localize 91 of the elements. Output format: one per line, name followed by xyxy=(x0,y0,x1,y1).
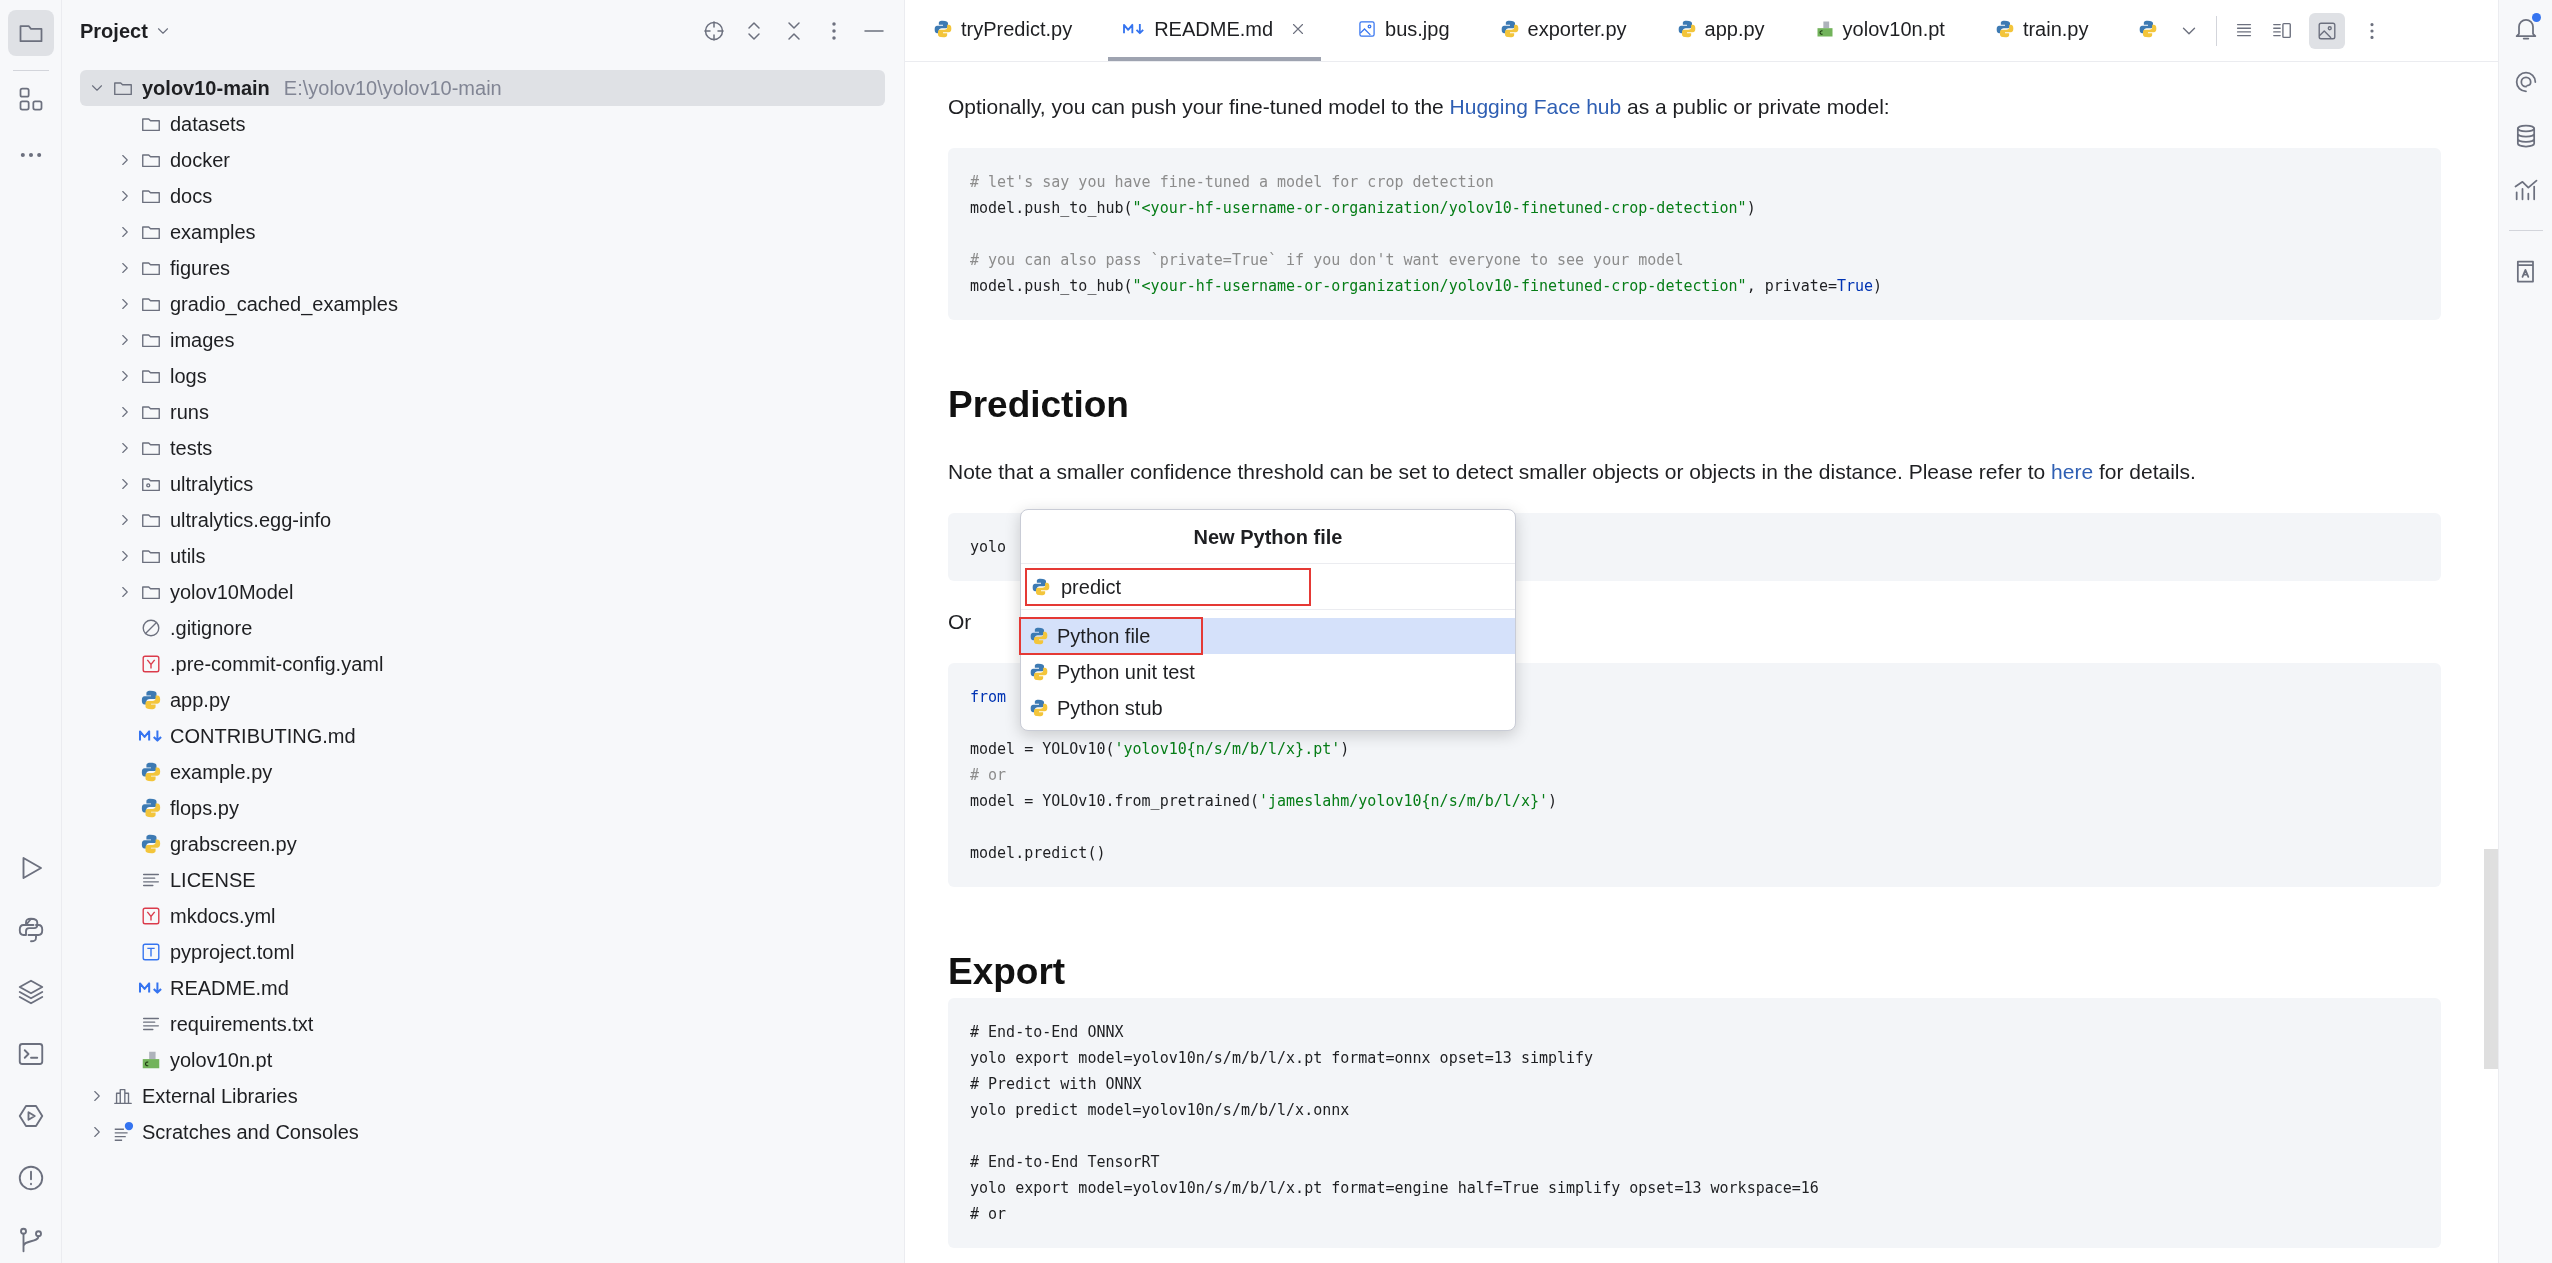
python-icon xyxy=(1994,18,2015,39)
file-type-option[interactable]: Python stub xyxy=(1021,690,1515,726)
code-line: # or xyxy=(970,1204,1007,1225)
code-line: yolo export model=yolov10n/s/m/b/l/x.pt format=onnx opset=13 simplify xyxy=(970,1048,1594,1069)
code-line: model.push_to_hub("<your-hf-username-or-organization/yolov10-finetuned-crop-detection") xyxy=(970,198,1756,219)
toml-icon xyxy=(140,941,162,963)
code-line: model = YOLOv10('yolov10{n/s/m/b/l/x}.pt') xyxy=(970,739,1350,760)
editor-tab[interactable]: bus.jpg xyxy=(1343,0,1464,61)
paragraph: Optionally, you can push your fine-tuned model to the Hugging Face hub as a public or private model: xyxy=(948,94,1890,120)
section-heading: Prediction xyxy=(948,383,1129,427)
tree-item[interactable]: yolov10n.pt xyxy=(80,1042,885,1078)
code-line: model.push_to_hub("<your-hf-username-or-organization/yolov10-finetuned-crop-detection", private=True) xyxy=(970,276,1883,297)
code-line: # Predict with ONNX xyxy=(970,1074,1142,1095)
python-icon xyxy=(140,797,162,819)
tree-item[interactable]: ultralytics xyxy=(80,466,885,502)
tree-item[interactable]: runs xyxy=(80,394,885,430)
paragraph: Or xyxy=(948,609,972,635)
tree-item[interactable]: LICENSE xyxy=(80,862,885,898)
python-icon xyxy=(1499,18,1520,39)
code-line: # you can also pass `private=True` if you don't want everyone to see your model xyxy=(970,250,1684,271)
tree-item[interactable]: External Libraries xyxy=(80,1078,885,1114)
tree-item[interactable]: .gitignore xyxy=(80,610,885,646)
tree-item[interactable]: yolov10-main E:\yolov10\yolov10-main xyxy=(80,70,885,106)
tree-item[interactable]: CONTRIBUTING.md xyxy=(80,718,885,754)
file-type-option[interactable]: Python file xyxy=(1021,618,1515,654)
tree-item[interactable]: tests xyxy=(80,430,885,466)
scrollbar-thumb[interactable] xyxy=(2484,849,2498,1069)
tree-item[interactable]: requirements.txt xyxy=(80,1006,885,1042)
python-icon xyxy=(1029,626,1049,646)
project-tool-button[interactable] xyxy=(7,10,54,56)
tree-item[interactable]: example.py xyxy=(80,754,885,790)
scratches-icon xyxy=(112,1121,134,1143)
python-icon xyxy=(2138,18,2159,39)
python-icon xyxy=(1031,576,1051,597)
python-icon xyxy=(1029,698,1049,718)
tree-item[interactable]: figures xyxy=(80,250,885,286)
tree-item[interactable]: logs xyxy=(80,358,885,394)
paragraph: Note that a smaller confidence threshold can be set to detect smaller objects or objects in the distance. Please refer to here for details. xyxy=(948,459,2196,485)
preview-toggle[interactable] xyxy=(2309,12,2346,49)
tree-item[interactable]: .pre-commit-config.yaml xyxy=(80,646,885,682)
model-file-icon xyxy=(140,1049,162,1071)
code-line: # End-to-End TensorRT xyxy=(970,1152,1160,1173)
editor-tab[interactable]: train.py xyxy=(1980,0,2103,61)
tree-item[interactable]: datasets xyxy=(80,106,885,142)
code-line: yolo predict model=yolov10n/s/m/b/l/x.onnx xyxy=(970,1100,1350,1121)
tree-item[interactable]: images xyxy=(80,322,885,358)
file-type-option[interactable]: Python unit test xyxy=(1021,654,1515,690)
code-line: # End-to-End ONNX xyxy=(970,1022,1124,1043)
python-icon xyxy=(140,833,162,855)
editor-tab[interactable]: tryPredict.py xyxy=(919,0,1087,61)
python-icon xyxy=(1676,18,1697,39)
editor-tab[interactable]: exporter.py xyxy=(1485,0,1641,61)
code-line: model.predict() xyxy=(970,843,1106,864)
popup-title: New Python file xyxy=(1193,524,1343,550)
editor-tab[interactable]: README.md xyxy=(1108,0,1322,61)
tree-item[interactable]: grabscreen.py xyxy=(80,826,885,862)
yaml-icon xyxy=(140,653,162,675)
locate-icon[interactable] xyxy=(702,19,726,43)
tree-item[interactable]: README.md xyxy=(80,970,885,1006)
python-icon xyxy=(140,689,162,711)
tree-item[interactable]: mkdocs.yml xyxy=(80,898,885,934)
link[interactable]: here xyxy=(2051,460,2094,483)
image-icon xyxy=(1357,18,1378,39)
code-line: model = YOLOv10.from_pretrained('jameslahm/yolov10{n/s/m/b/l/x}') xyxy=(970,791,1557,812)
code-line: from xyxy=(970,687,1007,708)
tree-item[interactable]: pyproject.toml xyxy=(80,934,885,970)
code-line: yolo xyxy=(970,537,1007,558)
code-line: # let's say you have fine-tuned a model for crop detection xyxy=(970,172,1494,193)
code-line: yolo export model=yolov10n/s/m/b/l/x.pt format=engine half=True simplify opset=13 workspace=16 xyxy=(970,1178,1819,1199)
editor-tab[interactable]: app.py xyxy=(1662,0,1779,61)
tree-item[interactable]: app.py xyxy=(80,682,885,718)
tree-item[interactable]: flops.py xyxy=(80,790,885,826)
tree-item[interactable]: yolov10Model xyxy=(80,574,885,610)
code-line: # or xyxy=(970,765,1007,786)
tree-item[interactable]: gradio_cached_examples xyxy=(80,286,885,322)
tree-item[interactable]: Scratches and Consoles xyxy=(80,1114,885,1150)
tree-item[interactable]: docs xyxy=(80,178,885,214)
tree-item[interactable]: utils xyxy=(80,538,885,574)
python-icon xyxy=(1029,662,1049,682)
section-heading: Export xyxy=(948,950,1066,994)
editor-tab[interactable]: yolov10n.pt xyxy=(1800,0,1959,61)
python-icon xyxy=(140,761,162,783)
tree-item[interactable]: docker xyxy=(80,142,885,178)
python-icon xyxy=(933,18,953,39)
panel-title[interactable]: Project xyxy=(80,16,148,46)
link[interactable]: Hugging Face hub xyxy=(1449,95,1622,118)
ignore-icon xyxy=(140,617,162,639)
yaml-icon xyxy=(140,905,162,927)
file-name-field[interactable]: predict xyxy=(1025,567,1511,606)
tree-item[interactable]: examples xyxy=(80,214,885,250)
tree-item[interactable]: ultralytics.egg-info xyxy=(80,502,885,538)
